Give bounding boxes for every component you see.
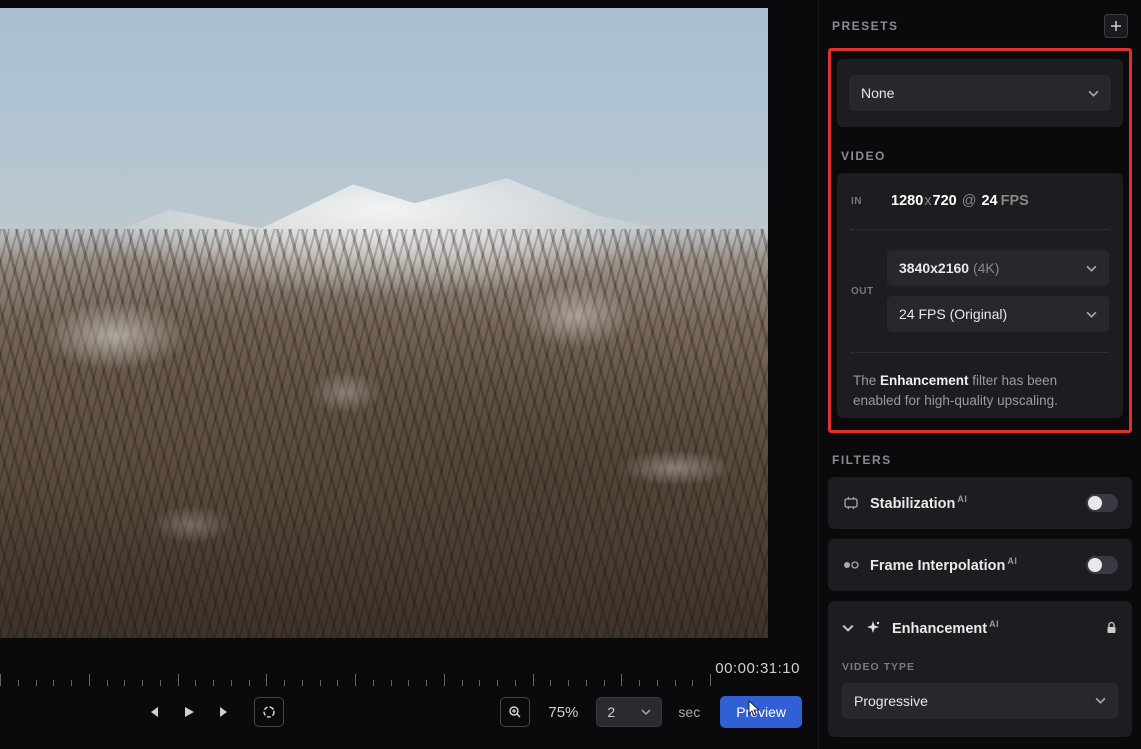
frame-interpolation-toggle[interactable] [1086, 556, 1118, 574]
enhancement-label: EnhancementAI [892, 619, 999, 637]
preview-frame [0, 8, 768, 638]
video-section-title: VIDEO [841, 149, 886, 163]
timeline: 00:00:31:10 [0, 656, 818, 686]
stabilization-filter: StabilizationAI [828, 477, 1132, 529]
video-preview[interactable] [0, 8, 768, 638]
chevron-down-icon [1086, 263, 1097, 274]
stabilization-toggle[interactable] [1086, 494, 1118, 512]
video-type-value: Progressive [854, 693, 928, 709]
out-fps-value: 24 FPS (Original) [899, 306, 1007, 322]
video-in-row: IN 1280x720@24FPS [851, 173, 1109, 229]
video-type-select[interactable]: Progressive [842, 683, 1118, 719]
zoom-button[interactable] [500, 697, 530, 727]
step-back-button[interactable] [140, 699, 166, 725]
frame-interpolation-icon [842, 556, 860, 574]
enhancement-card: EnhancementAI VIDEO TYPE Progressive [828, 601, 1132, 737]
sparkle-icon [864, 619, 882, 637]
in-resolution: 1280x720@24FPS [891, 193, 1029, 209]
chevron-down-icon [1086, 309, 1097, 320]
highlight-annotation: None VIDEO IN 1280x720@24FPS OUT [828, 48, 1132, 433]
out-tag: OUT [851, 286, 881, 297]
video-card: IN 1280x720@24FPS OUT 3840x2160 (4K) [837, 173, 1123, 418]
step-forward-button[interactable] [212, 699, 238, 725]
seconds-value: 2 [607, 704, 615, 720]
filters-section-title: FILTERS [832, 453, 892, 467]
enhancement-header[interactable]: EnhancementAI [842, 619, 1118, 637]
zoom-percent: 75% [548, 704, 578, 721]
stabilization-label: StabilizationAI [870, 494, 967, 512]
frame-interpolation-label: Frame InterpolationAI [870, 556, 1017, 574]
playback-controls: 75% 2 sec Preview [0, 686, 818, 738]
lock-icon [1105, 621, 1118, 634]
preset-card: None [837, 59, 1123, 127]
presets-title: PRESETS [832, 19, 899, 33]
add-preset-button[interactable] [1104, 14, 1128, 38]
chevron-down-icon [1095, 695, 1106, 706]
out-fps-select[interactable]: 24 FPS (Original) [887, 296, 1109, 332]
loop-button[interactable] [254, 697, 284, 727]
chevron-down-icon [842, 622, 854, 634]
enhancement-note: The Enhancement filter has been enabled … [851, 353, 1109, 418]
presets-header: PRESETS [828, 0, 1132, 46]
play-button[interactable] [176, 699, 202, 725]
frame-interpolation-filter: Frame InterpolationAI [828, 539, 1132, 591]
main-panel: 00:00:31:10 75% 2 sec Preview [0, 0, 818, 749]
preset-select[interactable]: None [849, 75, 1111, 111]
timeline-track[interactable] [0, 656, 710, 686]
in-tag: IN [851, 196, 881, 207]
stabilization-icon [842, 494, 860, 512]
chevron-down-icon [1088, 88, 1099, 99]
preview-button[interactable]: Preview [720, 696, 802, 728]
video-type-label: VIDEO TYPE [842, 637, 1118, 683]
video-out-row: OUT 3840x2160 (4K) 24 FPS (Original) [851, 229, 1109, 352]
seconds-label: sec [678, 704, 700, 720]
out-resolution-value: 3840x2160 (4K) [899, 260, 999, 276]
timecode: 00:00:31:10 [715, 660, 800, 677]
out-resolution-select[interactable]: 3840x2160 (4K) [887, 250, 1109, 286]
preset-value: None [861, 85, 894, 101]
chevron-down-icon [641, 707, 651, 717]
seconds-select[interactable]: 2 [596, 697, 662, 727]
side-panel: PRESETS None VIDEO IN [818, 0, 1141, 749]
